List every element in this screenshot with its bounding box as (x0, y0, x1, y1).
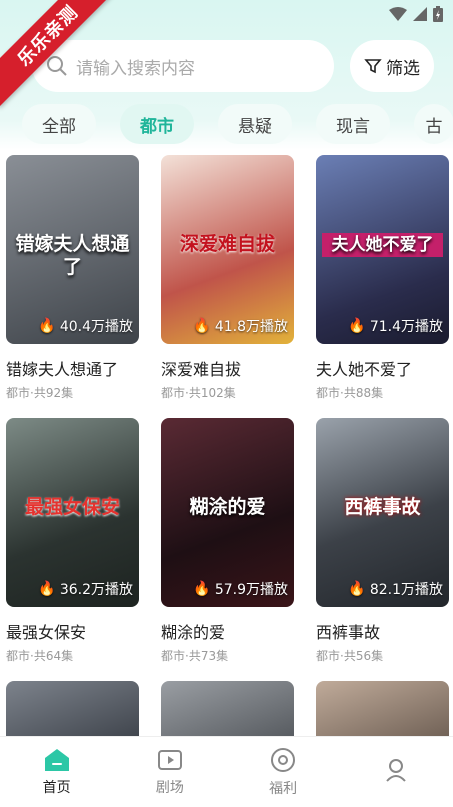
wifi-icon (389, 7, 407, 21)
fire-icon: 🔥 (193, 318, 211, 334)
nav-theater[interactable]: 剧场 (113, 737, 226, 807)
battery-icon (433, 6, 443, 22)
drama-title: 深爱难自拔 (161, 360, 242, 379)
view-count-text: 71.4万播放 (369, 319, 443, 335)
poster-title: 错嫁夫人想通了 (15, 233, 130, 278)
filter-label: 筛选 (386, 58, 420, 79)
poster-title: 西裤事故 (344, 496, 421, 518)
poster-title: 最强女保安 (24, 496, 120, 518)
view-count: 🔥 57.9万播放 (193, 579, 288, 599)
fire-icon: 🔥 (38, 318, 56, 334)
drama-title: 糊涂的爱 (161, 623, 226, 642)
nav-profile[interactable] (340, 737, 453, 807)
drama-poster[interactable]: 西裤事故 🔥 82.1万播放 (316, 418, 449, 607)
nav-home-label: 首页 (42, 779, 71, 796)
view-count-text: 40.4万播放 (59, 319, 133, 335)
drama-title: 西裤事故 (316, 623, 381, 642)
view-count-text: 57.9万播放 (214, 582, 288, 598)
bottom-nav: 首页 剧场 福利 (0, 736, 453, 807)
view-count: 🔥 41.8万播放 (193, 316, 288, 336)
drama-title: 错嫁夫人想通了 (6, 360, 119, 379)
drama-poster[interactable]: 错嫁夫人想通了 🔥 40.4万播放 (6, 155, 139, 344)
drama-card[interactable] (6, 681, 139, 741)
drama-title: 夫人她不爱了 (316, 360, 413, 379)
drama-meta: 都市·共102集 (161, 386, 236, 400)
fire-icon: 🔥 (348, 318, 366, 334)
fire-icon: 🔥 (348, 581, 366, 597)
drama-card[interactable] (161, 681, 294, 741)
tab-modern-romance[interactable]: 现言 (316, 104, 390, 144)
view-count: 🔥 40.4万播放 (38, 316, 133, 336)
tab-all[interactable]: 全部 (22, 104, 96, 144)
profile-icon (386, 758, 407, 782)
search-placeholder: 请输入搜索内容 (76, 58, 195, 79)
tab-suspense[interactable]: 悬疑 (218, 104, 292, 144)
drama-card[interactable]: 夫人她不爱了 🔥 71.4万播放 夫人她不爱了 都市·共88集 (316, 155, 449, 401)
drama-meta: 都市·共92集 (6, 386, 74, 400)
view-count-text: 36.2万播放 (59, 582, 133, 598)
drama-meta: 都市·共73集 (161, 649, 229, 663)
drama-card[interactable]: 深爱难自拔 🔥 41.8万播放 深爱难自拔 都市·共102集 (161, 155, 294, 401)
drama-card[interactable]: 西裤事故 🔥 82.1万播放 西裤事故 都市·共56集 (316, 418, 449, 664)
nav-home[interactable]: 首页 (0, 737, 113, 807)
search-icon (47, 56, 67, 76)
view-count-text: 41.8万播放 (214, 319, 288, 335)
poster-title: 深爱难自拔 (179, 233, 275, 255)
search-input[interactable]: 请输入搜索内容 (32, 40, 334, 92)
poster-title: 糊涂的爱 (189, 496, 266, 518)
status-icons (389, 6, 443, 22)
fire-icon: 🔥 (193, 581, 211, 597)
view-count: 🔥 36.2万播放 (38, 579, 133, 599)
drama-poster[interactable]: 最强女保安 🔥 36.2万播放 (6, 418, 139, 607)
poster-title: 夫人她不爱了 (322, 233, 443, 258)
view-count-text: 82.1万播放 (369, 582, 443, 598)
nav-welfare-label: 福利 (269, 780, 298, 797)
drama-meta: 都市·共64集 (6, 649, 74, 663)
nav-welfare[interactable]: 福利 (227, 737, 340, 807)
drama-card[interactable]: 错嫁夫人想通了 🔥 40.4万播放 错嫁夫人想通了 都市·共92集 (6, 155, 139, 401)
drama-poster[interactable]: 深爱难自拔 🔥 41.8万播放 (161, 155, 294, 344)
drama-poster[interactable] (6, 681, 139, 741)
drama-poster[interactable] (316, 681, 449, 741)
theater-icon (157, 749, 182, 770)
drama-title: 最强女保安 (6, 623, 87, 642)
tab-ancient[interactable]: 古 (414, 104, 453, 144)
filter-icon (364, 59, 382, 74)
drama-card[interactable] (316, 681, 449, 741)
drama-card[interactable]: 最强女保安 🔥 36.2万播放 最强女保安 都市·共64集 (6, 418, 139, 664)
welfare-icon (271, 747, 296, 772)
category-tabs: 全部 都市 悬疑 现言 古 (22, 104, 453, 144)
drama-meta: 都市·共56集 (316, 649, 384, 663)
nav-theater-label: 剧场 (155, 779, 184, 796)
view-count: 🔥 71.4万播放 (348, 316, 443, 336)
tab-urban[interactable]: 都市 (120, 104, 194, 144)
fire-icon: 🔥 (38, 581, 56, 597)
signal-icon (413, 7, 427, 21)
drama-card[interactable]: 糊涂的爱 🔥 57.9万播放 糊涂的爱 都市·共73集 (161, 418, 294, 664)
drama-poster[interactable]: 糊涂的爱 🔥 57.9万播放 (161, 418, 294, 607)
filter-button[interactable]: 筛选 (350, 40, 434, 92)
drama-meta: 都市·共88集 (316, 386, 384, 400)
home-icon (44, 748, 69, 771)
drama-poster[interactable]: 夫人她不爱了 🔥 71.4万播放 (316, 155, 449, 344)
view-count: 🔥 82.1万播放 (348, 579, 443, 599)
drama-poster[interactable] (161, 681, 294, 741)
